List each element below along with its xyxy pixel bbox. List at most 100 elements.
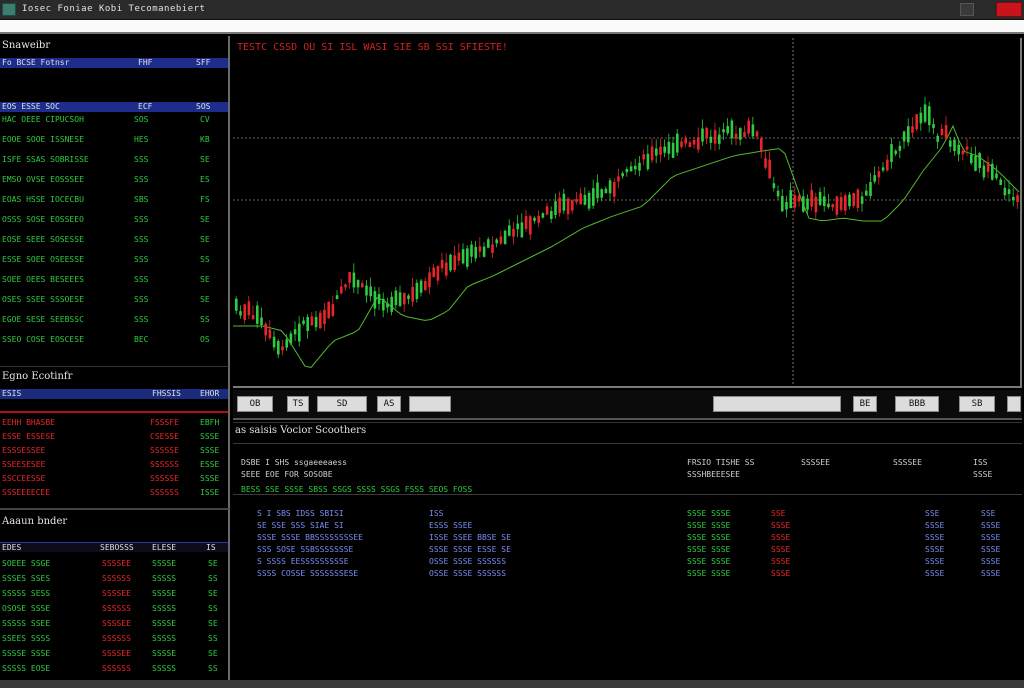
trade-side: SS [208,634,218,643]
depth-row[interactable]: SSEESESEE SSSSSS ESSE [0,459,228,471]
watchlist-row[interactable]: SSEO COSE EOSCESE BEC OS [0,334,228,346]
toolbar-button-7[interactable]: BBB [895,396,939,412]
candle-body [869,182,872,196]
depth-count: ISSE [200,488,220,497]
candle-body [453,255,456,270]
candlestick [936,133,939,149]
depth-size: CSESSE [150,432,179,441]
candlestick [915,114,918,132]
candle-body [596,182,599,199]
candlestick [718,127,721,150]
candle-body [436,265,440,281]
candlestick [529,214,532,240]
watchlist-row[interactable]: HAC OEEE CIPUCSOH SOS CV [0,114,228,126]
toolbar-button-6[interactable]: BE [853,396,877,412]
candle-body [407,295,410,300]
watchlist-row[interactable]: EGOE SESE SEEBSSC SSS SS [0,314,228,326]
watchlist-row[interactable]: EOSE SEEE SOSESSE SSS SE [0,234,228,246]
watchlist-change: SE [200,295,210,304]
candle-body [810,190,813,207]
watchlist-row[interactable]: EOAS HSSE IOCECBU SBS FS [0,194,228,206]
candlestick [810,183,813,211]
candlestick [881,162,885,173]
menu-strip [0,20,1024,34]
toolbar-button-1[interactable]: OB [237,396,273,412]
trade-row[interactable]: SSSSS SSEE SSSSEE SSSSE SE [0,618,228,630]
order-row[interactable]: SSSS COSSE SSSSSSSESE OSSE SSSE SSSSSS SSS… [233,569,1022,581]
order-row[interactable]: S I SBS IDSS SBISI ISS SSSE SSSE SSE SSE SSE [233,509,1022,521]
depth-row[interactable]: SSSEEEECEE SSSSSS ISSE [0,487,228,499]
watchlist-row[interactable]: EMSO OVSE EOSSSEE SSS ES [0,174,228,186]
toolbar-input[interactable] [713,396,841,412]
depth-count: EBFH [200,418,220,427]
depth-level: SSSEEEECEE [2,488,51,497]
depth-row[interactable]: ESSSESSEE SSSSSE SSSE [0,445,228,457]
watchlist-symbol: EOOE SOOE ISSNESE [2,135,84,144]
toolbar-button-3[interactable]: SD [317,396,367,412]
candlestick [550,206,553,224]
toolbar-button-2[interactable]: TS [287,396,309,412]
trades-header-col-3: ELESE [152,543,177,552]
candle-body [764,158,767,168]
watchlist-row[interactable]: OSSS SOSE EOSSEEO SSS SE [0,214,228,226]
trade-row[interactable]: SSEES SSSS SSSSSS SSSSS SS [0,633,228,645]
chart-toolbar: OB TS SD AS BE BBB SB [233,390,1022,420]
candlestick [827,193,830,209]
orders-title: as saisis Vocior Scoothers [235,425,367,436]
order-price: SSSE [771,533,791,542]
watchlist-row[interactable]: OSES SSEE SSSOESE SSS SE [0,294,228,306]
trade-row[interactable]: SSSSS SESS SSSSEE SSSSE SE [0,588,228,600]
candlestick [860,191,864,212]
watchlist-row[interactable]: EOOE SOOE ISSNESE HES KB [0,134,228,146]
trade-row[interactable]: SSSES SSES SSSSSS SSSSS SS [0,573,228,585]
candlestick [751,116,755,140]
candlestick [558,191,561,217]
candle-body [482,246,486,257]
candle-body [831,204,834,208]
watchlist-row[interactable]: SOEE OEES BESEEES SSS SE [0,274,228,286]
toolbar-button-4[interactable]: AS [377,396,401,412]
trade-row[interactable]: SSSSE SSSE SSSSEE SSSSE SE [0,648,228,660]
orders-header-right-3: ISS [973,458,988,467]
order-row[interactable]: SSS SOSE SSBSSSSSSSE SSSE SSSE ESSE SE SSS… [233,545,1022,557]
toolbar-button-8[interactable]: SB [959,396,995,412]
order-row[interactable]: SE SSE SSS SIAE SI ESSS SSEE SSSE SSSE SSSE… [233,521,1022,533]
candle-body [424,280,427,291]
candle-body [478,246,482,252]
trade-time: OSOSE SSSE [2,604,51,613]
trade-row[interactable]: OSOSE SSSE SSSSSS SSSSS SS [0,603,228,615]
candle-body [361,283,364,288]
watchlist-symbol: ESSE SOEE OSEESSE [2,255,84,264]
candlestick-chart-svg [233,38,1022,388]
app-icon [2,3,16,16]
candle-body [760,138,763,151]
order-row[interactable]: SSSE SSSE BBSSSSSSSSEE ISSE SSEE BBSE SE S… [233,533,1022,545]
minimize-button[interactable] [960,3,974,16]
candlestick [991,159,994,181]
order-row[interactable]: S SSSS EESSSSSSSSSE OSSE SSSE SSSSSS SSSE … [233,557,1022,569]
order-quantity: SSSE SSSE [687,557,731,566]
depth-level: ESSE ESSESE [2,432,55,441]
trade-row[interactable]: SSSSS EOSE SSSSSS SSSSS SS [0,663,228,675]
toolbar-button-9[interactable] [1007,396,1021,412]
price-chart[interactable]: TESTC CSSD OU SI ISL WASI SIE SB SSI SFI… [233,38,1022,388]
watchlist-change: KB [200,135,210,144]
trade-row[interactable]: SOEEE SSGE SSSSEE SSSSE SE [0,558,228,570]
depth-row[interactable]: EEHH BHASBE FSSSFE EBFH [0,417,228,429]
depth-row[interactable]: SSCCEESSE SSSSSE SSSE [0,473,228,485]
watchlist-row[interactable]: ESSE SOEE OSEESSE SSS SS [0,254,228,266]
depth-row[interactable]: ESSE ESSESE CSESSE SSSE [0,431,228,443]
watchlist-row[interactable]: ISFE SSAS SOBRISSE SSS SE [0,154,228,166]
trades-header-col-1: EDES [2,543,22,552]
candle-body [247,301,251,316]
watchlist-change: ES [200,175,210,184]
toolbar-button-5[interactable] [409,396,451,412]
candlestick [944,116,948,140]
candle-body [1016,195,1019,202]
candlestick [487,236,490,249]
watchlist-price: SSS [134,175,149,184]
close-button[interactable] [996,2,1022,17]
candle-body [239,311,242,316]
candlestick [1012,187,1015,207]
trade-time: SOEEE SSGE [2,559,51,568]
